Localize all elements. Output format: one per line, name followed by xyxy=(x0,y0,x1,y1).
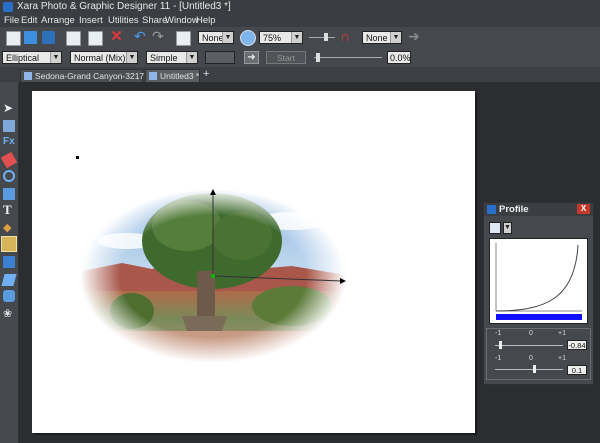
transparency-value[interactable]: 0.0% xyxy=(387,51,411,64)
import-icon[interactable] xyxy=(66,31,81,46)
window-title: Xara Photo & Graphic Designer 11 - [Unti… xyxy=(17,1,231,12)
rectangle-tool-icon[interactable] xyxy=(3,188,15,200)
bevel-tool-icon[interactable] xyxy=(3,290,15,302)
fill-tool-icon[interactable]: ◆ xyxy=(3,222,15,234)
zoom-select[interactable]: 75% ▼ xyxy=(259,31,303,44)
tab-untitled3[interactable]: Untitled3 * xyxy=(145,69,200,82)
profile-graph[interactable] xyxy=(489,238,588,324)
add-tab-button[interactable]: + xyxy=(203,69,212,80)
main-toolbar: ✕ ↶ ↷ None ▼ 75% ▼ ∩ None ▼ ➜ xyxy=(0,27,600,49)
document-tabs: Sedona-Grand Canyon-3217.jpg * Untitled3… xyxy=(0,67,600,82)
blend-mode-select[interactable]: Normal (Mix) ▼ xyxy=(70,51,138,64)
zoom-slider-thumb[interactable] xyxy=(324,33,328,41)
profile-preset-icon[interactable] xyxy=(489,222,501,234)
slider2-mid: 0 xyxy=(529,355,533,362)
slider1-track[interactable] xyxy=(495,345,563,346)
doc-icon xyxy=(149,72,157,80)
transparency-tool-icon[interactable] xyxy=(1,236,17,252)
menu-insert[interactable]: Insert xyxy=(79,15,103,26)
slider2-track[interactable] xyxy=(495,369,563,370)
slider1-thumb[interactable] xyxy=(499,341,502,349)
tab-sedona[interactable]: Sedona-Grand Canyon-3217.jpg * xyxy=(20,69,164,82)
chevron-down-icon[interactable]: ▼ xyxy=(503,222,512,234)
toolbox: ➤ Fx T ◆ ❀ xyxy=(0,82,19,443)
text-tool-icon[interactable]: T xyxy=(3,203,15,216)
blend-select[interactable]: None ▼ xyxy=(198,31,234,44)
live-effect-tool-icon[interactable]: ❀ xyxy=(3,308,15,320)
profile-gradient-bar xyxy=(496,314,582,320)
title-bar: Xara Photo & Graphic Designer 11 - [Unti… xyxy=(0,0,600,14)
new-icon[interactable] xyxy=(6,31,21,46)
transparency-slider[interactable] xyxy=(314,57,382,58)
delete-icon[interactable]: ✕ xyxy=(110,29,123,44)
slider1-mid: 0 xyxy=(529,330,533,337)
export-icon[interactable] xyxy=(176,31,191,46)
redo-icon[interactable]: ↷ xyxy=(152,29,165,43)
profile-title: Profile xyxy=(499,204,529,215)
selector-tool-icon[interactable]: ➤ xyxy=(3,102,15,114)
transparency-slider-thumb[interactable] xyxy=(316,53,320,62)
profile-sliders: -1 0 +1 -0.84 -1 0 +1 0.1 xyxy=(486,328,591,380)
menu-edit[interactable]: Edit xyxy=(21,15,37,26)
slider1-value[interactable]: -0.84 xyxy=(567,340,587,350)
zoom-icon[interactable] xyxy=(240,30,256,46)
magnet-icon[interactable]: ∩ xyxy=(340,29,353,43)
menu-utilities[interactable]: Utilities xyxy=(108,15,139,26)
zoom-mode-select[interactable]: None ▼ xyxy=(362,31,402,44)
handle-center[interactable] xyxy=(211,274,215,278)
shape-select[interactable]: Elliptical ▼ xyxy=(2,51,62,64)
contour-tool-icon[interactable] xyxy=(1,274,17,286)
slider2-min: -1 xyxy=(495,355,502,362)
image-doc-icon xyxy=(24,72,32,80)
open-icon[interactable] xyxy=(24,31,37,44)
profile-header: Profile X xyxy=(484,203,593,216)
eraser-tool-icon[interactable] xyxy=(0,151,18,169)
transparency-infobar: Elliptical ▼ Normal (Mix) ▼ Simple ▼ ➜ Star… xyxy=(0,48,600,76)
profile-panel: Profile X ▼ -1 0 +1 -0.84 -1 0 +1 0.1 xyxy=(483,202,594,385)
profile-curve-svg xyxy=(495,243,582,320)
slider2-max: +1 xyxy=(558,355,566,362)
save-icon[interactable] xyxy=(42,31,55,44)
menu-window[interactable]: Window xyxy=(165,15,199,26)
slider2-value[interactable]: 0.1 xyxy=(567,365,587,375)
document-page[interactable] xyxy=(32,91,475,433)
canvas-svg xyxy=(72,186,362,376)
slider1-min: -1 xyxy=(495,330,502,337)
menu-help[interactable]: Help xyxy=(196,15,216,26)
menu-file[interactable]: File xyxy=(4,15,19,26)
node-tool-icon[interactable] xyxy=(3,120,15,132)
brush-tool-icon[interactable] xyxy=(3,170,15,182)
type-select[interactable]: Simple ▼ xyxy=(146,51,198,64)
arrow-right-icon[interactable]: ➜ xyxy=(408,29,421,43)
menu-bar: File Edit Arrange Insert Utilities Share… xyxy=(0,14,600,27)
close-button[interactable]: X xyxy=(577,204,590,214)
copy-icon[interactable] xyxy=(88,31,103,46)
shadow-tool-icon[interactable] xyxy=(3,256,15,268)
menu-arrange[interactable]: Arrange xyxy=(41,15,75,26)
colour-swatch[interactable] xyxy=(205,51,235,64)
start-transp-button[interactable]: Start Transp xyxy=(266,51,306,76)
profile-panel-icon xyxy=(487,205,496,214)
fx-tool-icon[interactable]: Fx xyxy=(3,136,15,148)
slider2-thumb[interactable] xyxy=(533,365,536,373)
zoom-slider[interactable] xyxy=(309,37,335,38)
arrow-button-icon[interactable]: ➜ xyxy=(244,51,259,64)
app-icon xyxy=(3,2,13,12)
undo-icon[interactable]: ↶ xyxy=(134,29,147,43)
slider1-max: +1 xyxy=(558,330,566,337)
menu-share[interactable]: Share xyxy=(142,15,167,26)
photo-ellipse[interactable] xyxy=(72,186,362,376)
